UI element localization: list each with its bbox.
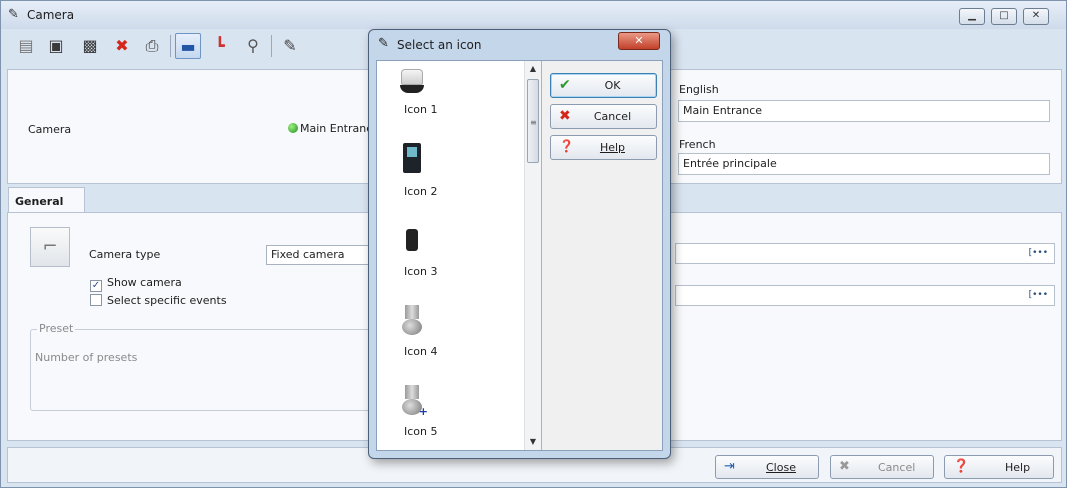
show-camera-label: Show camera bbox=[107, 276, 182, 289]
toolbar: ▤ ▣ ▩ ✖ ⎙ ▬ ┗ ⚲ ✎ bbox=[7, 31, 377, 61]
camera-icon: ⌐ bbox=[42, 236, 58, 257]
field-two[interactable]: [••• bbox=[675, 285, 1055, 306]
close-button[interactable]: ⇥ Close bbox=[715, 455, 819, 479]
box-camera-icon bbox=[399, 143, 425, 175]
camera-icon-picker[interactable]: ⌐ bbox=[30, 227, 70, 267]
window-title: Camera bbox=[27, 8, 75, 22]
grip-icon: ≡ bbox=[530, 118, 537, 127]
save-icon[interactable]: ▣ bbox=[43, 33, 69, 59]
select-icon-dialog: ✎ Select an icon ✕ Icon 1 Icon 2 Icon 3 … bbox=[368, 29, 671, 459]
number-of-presets-label: Number of presets bbox=[35, 351, 138, 364]
dialog-body: Icon 1 Icon 2 Icon 3 Icon 4 + Icon 5 ▲ ≡… bbox=[376, 60, 663, 451]
scrollbar-thumb[interactable]: ≡ bbox=[527, 79, 539, 163]
select-specific-events-label: Select specific events bbox=[107, 294, 227, 307]
title-bar: ✎ Camera ▁ □ ✕ bbox=[1, 1, 1066, 29]
dialog-camera-icon: ✎ bbox=[378, 36, 389, 51]
checkbox-unchecked-icon bbox=[90, 294, 102, 306]
icon-name: Icon 4 bbox=[404, 345, 438, 358]
maximize-button[interactable]: □ bbox=[991, 8, 1017, 25]
ptz-camera-plus-icon: + bbox=[399, 383, 428, 418]
camera-app-icon: ✎ bbox=[8, 7, 19, 22]
dialog-close-button[interactable]: ✕ bbox=[618, 32, 660, 50]
icon-name: Icon 2 bbox=[404, 185, 438, 198]
toolbar-separator bbox=[271, 35, 272, 57]
help-icon: ❓ bbox=[953, 459, 970, 474]
checkbox-checked-icon: ✓ bbox=[90, 280, 102, 292]
status-online-icon bbox=[288, 123, 298, 133]
ptz-camera-icon bbox=[399, 303, 425, 335]
help-button-label: Help bbox=[1005, 461, 1031, 474]
print-icon[interactable]: ⎙ bbox=[139, 33, 165, 59]
help-button[interactable]: ❓ Help bbox=[944, 455, 1054, 479]
icon-name: Icon 3 bbox=[404, 265, 438, 278]
camera-type-label: Camera type bbox=[89, 248, 161, 261]
camera-label: Camera bbox=[28, 123, 72, 136]
french-label: French bbox=[679, 138, 716, 151]
select-specific-events-checkbox[interactable]: Select specific events bbox=[90, 294, 227, 307]
close-icon: ✕ bbox=[634, 34, 644, 47]
preset-group: Preset Number of presets bbox=[30, 322, 375, 411]
save-and-new-icon[interactable]: ▩ bbox=[77, 33, 103, 59]
list-item[interactable]: Icon 3 bbox=[377, 219, 525, 297]
camera-type-select[interactable]: Fixed camera bbox=[266, 245, 376, 265]
french-name-field[interactable]: Entrée principale bbox=[678, 153, 1050, 175]
ellipsis-button-icon[interactable]: [••• bbox=[1029, 290, 1048, 300]
icon-name: Icon 1 bbox=[404, 103, 438, 116]
camera-status: Main Entrance bbox=[288, 122, 379, 135]
cancel-button-label: Cancel bbox=[878, 461, 916, 474]
field-one[interactable]: [••• bbox=[675, 243, 1055, 264]
links-icon[interactable]: ┗ bbox=[207, 33, 233, 59]
icon-name: Icon 5 bbox=[404, 425, 438, 438]
minimize-button[interactable]: ▁ bbox=[959, 8, 985, 25]
cancel-button[interactable]: ✖ Cancel bbox=[830, 455, 934, 479]
icon-list-scrollbar[interactable]: ▲ ≡ ▼ bbox=[524, 61, 541, 450]
list-item[interactable]: + Icon 5 bbox=[377, 379, 525, 450]
english-name-field[interactable]: Main Entrance bbox=[678, 100, 1050, 122]
list-item[interactable]: Icon 4 bbox=[377, 299, 525, 377]
close-window-button[interactable]: ✕ bbox=[1023, 8, 1049, 25]
ok-button-label: OK bbox=[604, 79, 621, 92]
dialog-help-button[interactable]: ❓ Help bbox=[550, 135, 657, 160]
scroll-down-icon[interactable]: ▼ bbox=[525, 434, 541, 450]
dialog-cancel-button[interactable]: ✖ Cancel bbox=[550, 104, 657, 129]
delete-icon[interactable]: ✖ bbox=[109, 33, 135, 59]
compact-camera-icon bbox=[399, 223, 425, 255]
cancel-x-icon: ✖ bbox=[839, 459, 850, 474]
dialog-cancel-label: Cancel bbox=[593, 110, 632, 123]
list-item[interactable]: Icon 1 bbox=[377, 61, 525, 139]
icon-list[interactable]: Icon 1 Icon 2 Icon 3 Icon 4 + Icon 5 ▲ ≡… bbox=[377, 61, 542, 450]
ellipsis-button-icon[interactable]: [••• bbox=[1029, 248, 1048, 258]
exit-door-icon: ⇥ bbox=[724, 459, 735, 474]
new-icon[interactable]: ▤ bbox=[13, 33, 39, 59]
list-item[interactable]: Icon 2 bbox=[377, 139, 525, 217]
close-button-label: Close bbox=[766, 461, 796, 474]
preset-legend: Preset bbox=[37, 322, 76, 335]
dome-camera-icon bbox=[399, 65, 425, 97]
english-label: English bbox=[679, 83, 719, 96]
dialog-title: Select an icon bbox=[397, 38, 482, 52]
properties-icon[interactable]: ▬ bbox=[175, 33, 201, 59]
ok-button[interactable]: ✔ OK bbox=[550, 73, 657, 98]
dialog-help-label: Help bbox=[599, 141, 626, 154]
tab-general[interactable]: General bbox=[8, 187, 85, 213]
camera-tool-icon[interactable]: ✎ bbox=[277, 33, 303, 59]
show-camera-checkbox[interactable]: ✓ Show camera bbox=[90, 276, 182, 292]
search-icon[interactable]: ⚲ bbox=[240, 33, 266, 59]
scroll-up-icon[interactable]: ▲ bbox=[525, 61, 541, 77]
toolbar-separator bbox=[170, 35, 171, 57]
